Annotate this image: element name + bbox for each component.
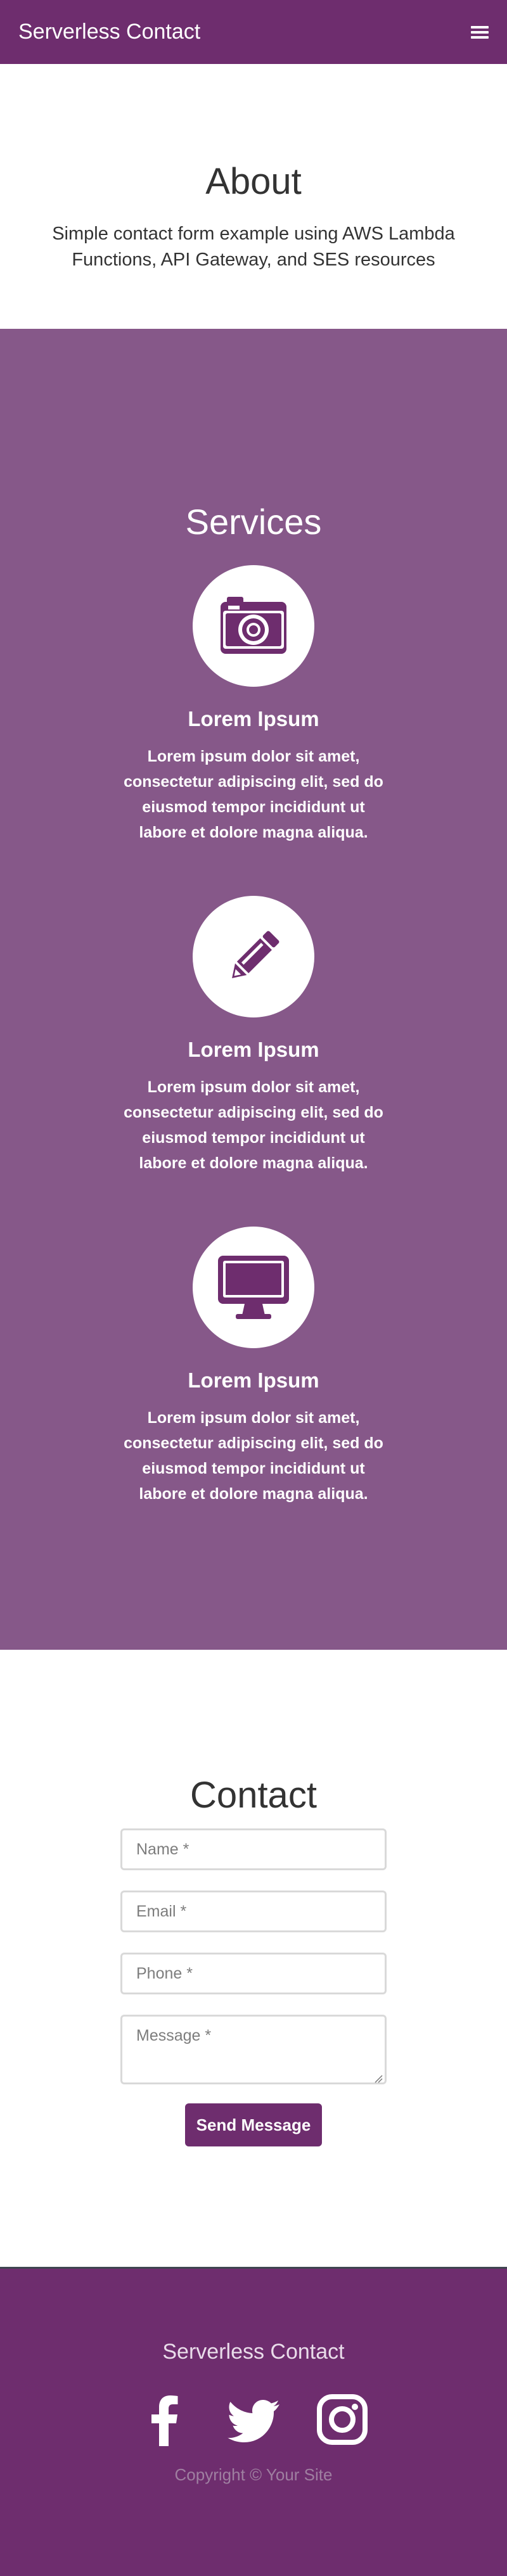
service-text: Lorem ipsum dolor sit amet, consectetur … bbox=[124, 1078, 383, 1172]
camera-icon bbox=[221, 597, 286, 654]
email-input[interactable] bbox=[120, 1891, 387, 1932]
about-title: About bbox=[205, 161, 302, 202]
service-text: Lorem ipsum dolor sit amet, consectetur … bbox=[124, 748, 383, 841]
footer: Serverless Contact Copyright © Your Site bbox=[0, 2267, 507, 2576]
facebook-icon[interactable] bbox=[138, 2393, 191, 2446]
about-section: About Simple contact form example using … bbox=[0, 64, 507, 329]
brand-link[interactable]: Serverless Contact bbox=[18, 20, 200, 44]
copyright-text: Copyright © Your Site bbox=[174, 2465, 333, 2484]
send-message-button[interactable]: Send Message bbox=[185, 2103, 322, 2146]
service-title: Lorem Ipsum bbox=[188, 1038, 319, 1061]
navbar: Serverless Contact bbox=[0, 0, 507, 64]
about-text: Simple contact form example using AWS La… bbox=[52, 224, 455, 270]
service-icon-circle bbox=[193, 1227, 314, 1348]
pencil-icon bbox=[232, 931, 279, 978]
hamburger-menu-icon[interactable] bbox=[471, 25, 489, 40]
resize-grip-icon[interactable] bbox=[374, 2074, 383, 2083]
phone-input[interactable] bbox=[120, 1953, 387, 1994]
contact-section: Contact Send Message bbox=[0, 1650, 507, 2267]
message-textarea[interactable] bbox=[120, 2015, 387, 2084]
services-title: Services bbox=[185, 502, 322, 542]
service-title: Lorem Ipsum bbox=[188, 707, 319, 730]
service-icon-circle bbox=[193, 896, 314, 1017]
service-text: Lorem ipsum dolor sit amet, consectetur … bbox=[124, 1409, 383, 1503]
service-title: Lorem Ipsum bbox=[188, 1368, 319, 1392]
desktop-icon bbox=[218, 1256, 289, 1319]
instagram-icon[interactable] bbox=[316, 2393, 369, 2446]
social-links bbox=[0, 2393, 507, 2446]
name-input[interactable] bbox=[120, 1828, 387, 1870]
service-icon-circle bbox=[193, 565, 314, 687]
services-section: Services Lorem Ipsum Lorem ipsum dolor s… bbox=[0, 329, 507, 1650]
twitter-icon[interactable] bbox=[227, 2393, 280, 2446]
footer-title: Serverless Contact bbox=[162, 2340, 345, 2364]
contact-title: Contact bbox=[190, 1775, 317, 1816]
